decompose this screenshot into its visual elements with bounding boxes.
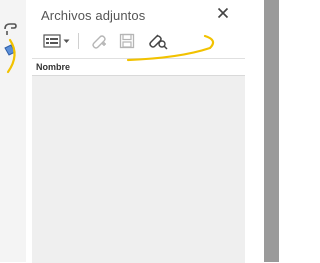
- bookmark-icon[interactable]: [2, 42, 20, 60]
- attach-file-button[interactable]: [86, 30, 110, 52]
- panel-title: Archivos adjuntos: [41, 8, 146, 23]
- attachments-list[interactable]: Nombre: [32, 58, 245, 263]
- close-button[interactable]: [214, 6, 232, 24]
- search-attachment-button[interactable]: [144, 30, 170, 52]
- attachments-toolbar: [40, 30, 245, 54]
- paperclip-search-icon: [146, 32, 168, 50]
- save-attachment-button[interactable]: [116, 30, 138, 52]
- close-icon: [217, 6, 229, 24]
- hand-icon[interactable]: [2, 20, 20, 38]
- view-options-button[interactable]: [40, 30, 72, 52]
- column-header-nombre[interactable]: Nombre: [32, 59, 245, 76]
- panel-gutter: [252, 0, 264, 262]
- list-view-icon: [42, 34, 61, 48]
- toolbar-divider: [78, 33, 79, 49]
- left-nav-strip: [0, 0, 27, 262]
- save-icon: [119, 33, 135, 49]
- attachments-panel: Archivos adjuntos Nombre: [26, 0, 252, 263]
- chevron-down-icon: [63, 39, 70, 44]
- paperclip-add-icon: [88, 32, 108, 50]
- document-area-edge: [264, 0, 279, 262]
